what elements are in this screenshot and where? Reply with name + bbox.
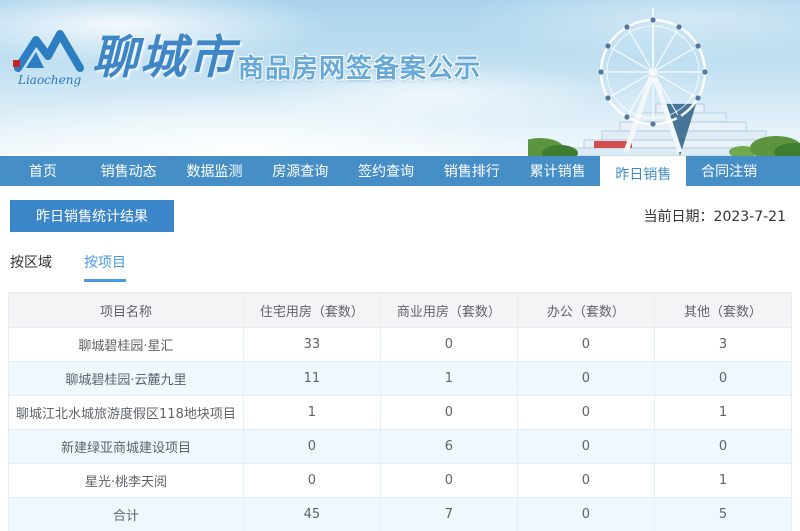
nav-item-contract-cancellation[interactable]: 合同注销 <box>686 156 772 186</box>
header-office-units: 办公（套数） <box>516 292 655 328</box>
office-cell: 0 <box>516 327 655 362</box>
residential-cell: 33 <box>242 327 381 362</box>
project-name-cell: 新建绿亚商城建设项目 <box>8 429 244 464</box>
table-row: 星光·桃李天阅 0 0 0 1 <box>8 463 793 498</box>
office-total-cell: 0 <box>516 497 655 531</box>
residential-total-cell: 45 <box>242 497 381 531</box>
site-logo: Liaocheng 聊城市 商品房网签备案公示 <box>12 26 481 88</box>
view-tabs: 按区域 按项目 <box>10 252 800 282</box>
header-project-name: 项目名称 <box>8 292 244 328</box>
office-cell: 0 <box>516 463 655 498</box>
nav-item-home[interactable]: 首页 <box>0 156 86 186</box>
commercial-cell: 0 <box>379 463 518 498</box>
table-row: 聊城碧桂园·星汇 33 0 0 3 <box>8 327 793 362</box>
main-nav: 首页 销售动态 数据监测 房源查询 签约查询 销售排行 累计销售 昨日销售 合同… <box>0 156 800 191</box>
other-cell: 1 <box>653 395 793 430</box>
residential-cell: 0 <box>242 429 381 464</box>
logo-script-text: Liaocheng <box>17 73 81 87</box>
nav-item-contract-search[interactable]: 签约查询 <box>343 156 429 186</box>
other-cell: 0 <box>653 429 793 464</box>
project-name-cell: 星光·桃李天阅 <box>8 463 244 498</box>
project-name-cell: 聊城江北水城旅游度假区118地块项目 <box>8 395 244 430</box>
section-head: 昨日销售统计结果 当前日期：2023-7-21 <box>0 186 800 232</box>
table-row: 聊城江北水城旅游度假区118地块项目 1 0 0 1 <box>8 395 793 430</box>
tab-by-project[interactable]: 按项目 <box>84 252 126 282</box>
other-cell: 3 <box>653 327 793 362</box>
other-total-cell: 5 <box>653 497 793 531</box>
commercial-cell: 1 <box>379 361 518 396</box>
other-cell: 1 <box>653 463 793 498</box>
nav-item-sales-trends[interactable]: 销售动态 <box>86 156 172 186</box>
nav-item-sales-ranking[interactable]: 销售排行 <box>429 156 515 186</box>
liaocheng-logo-icon: Liaocheng <box>13 30 84 87</box>
site-banner: Liaocheng 聊城市 商品房网签备案公示 <box>0 0 800 156</box>
banner-photo <box>528 8 800 156</box>
tab-by-region[interactable]: 按区域 <box>10 252 52 282</box>
nav-item-data-monitoring[interactable]: 数据监测 <box>172 156 258 186</box>
logo-red-dot <box>13 60 20 67</box>
header-commercial-units: 商业用房（套数） <box>379 292 518 328</box>
current-date: 当前日期：2023-7-21 <box>643 209 786 225</box>
commercial-cell: 0 <box>379 327 518 362</box>
table-total-row: 合计 45 7 0 5 <box>8 497 793 531</box>
sales-table: 项目名称 住宅用房（套数） 商业用房（套数） 办公（套数） 其他（套数） 聊城碧… <box>8 292 793 531</box>
table-row: 聊城碧桂园·云麓九里 11 1 0 0 <box>8 361 793 396</box>
office-cell: 0 <box>516 361 655 396</box>
commercial-cell: 0 <box>379 395 518 430</box>
office-cell: 0 <box>516 395 655 430</box>
other-cell: 0 <box>653 361 793 396</box>
office-cell: 0 <box>516 429 655 464</box>
project-name-cell: 聊城碧桂园·星汇 <box>8 327 244 362</box>
residential-cell: 1 <box>242 395 381 430</box>
header-residential-units: 住宅用房（套数） <box>242 292 381 328</box>
page-title: 昨日销售统计结果 <box>10 200 174 232</box>
total-label-cell: 合计 <box>8 497 244 531</box>
nav-item-cumulative-sales[interactable]: 累计销售 <box>515 156 601 186</box>
table-header-row: 项目名称 住宅用房（套数） 商业用房（套数） 办公（套数） 其他（套数） <box>8 292 793 328</box>
commercial-total-cell: 7 <box>379 497 518 531</box>
header-other-units: 其他（套数） <box>653 292 793 328</box>
residential-cell: 11 <box>242 361 381 396</box>
project-name-cell: 聊城碧桂园·云麓九里 <box>8 361 244 396</box>
table-row: 新建绿亚商城建设项目 0 6 0 0 <box>8 429 793 464</box>
nav-item-yesterday-sales[interactable]: 昨日销售 <box>600 156 687 191</box>
residential-cell: 0 <box>242 463 381 498</box>
nav-item-listing-search[interactable]: 房源查询 <box>257 156 343 186</box>
logo-city-name: 聊城市 <box>92 30 236 84</box>
banner-site-title: 商品房网签备案公示 <box>238 54 482 84</box>
commercial-cell: 6 <box>379 429 518 464</box>
